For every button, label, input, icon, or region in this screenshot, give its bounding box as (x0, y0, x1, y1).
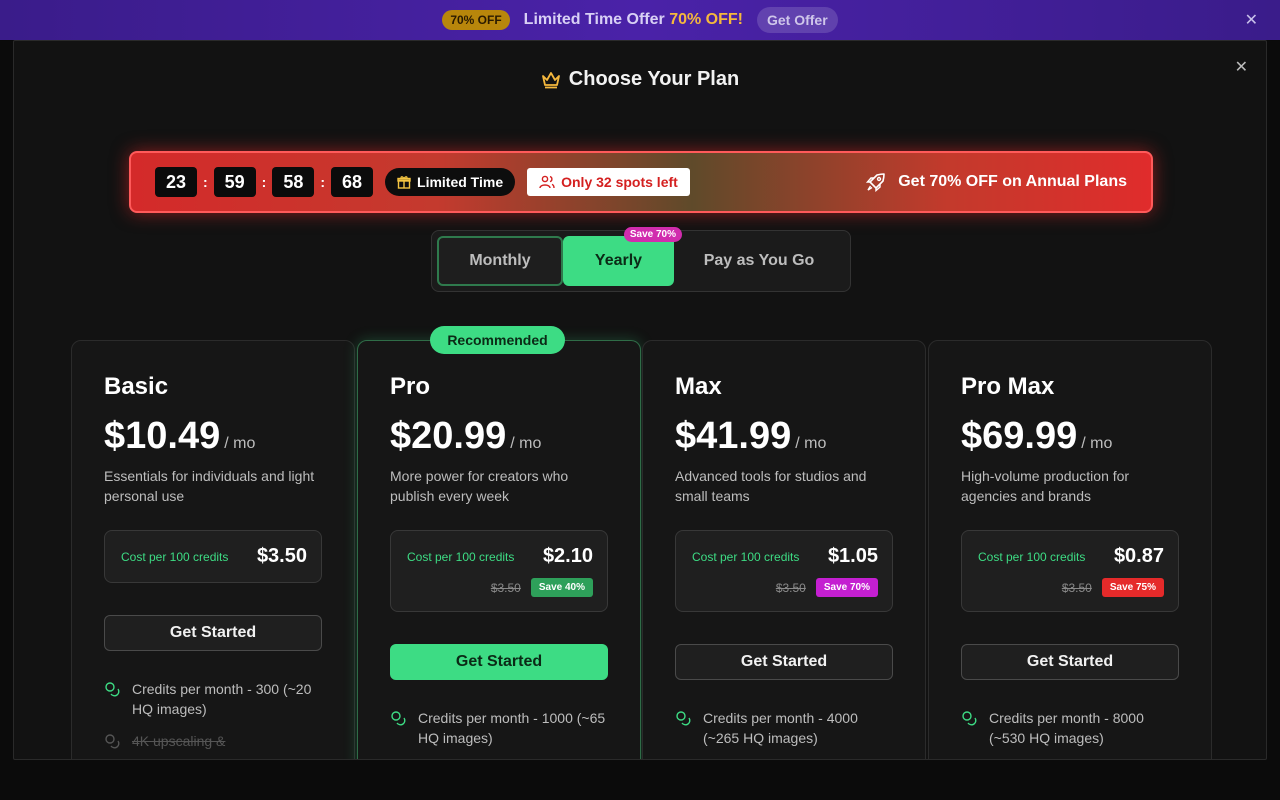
coins-icon (105, 682, 120, 697)
plan-card-basic: Basic $10.49/ mo Essentials for individu… (71, 340, 355, 759)
feature-text: 4K upscaling & (132, 733, 226, 749)
plan-description: High-volume production for agencies and … (961, 468, 1130, 504)
annual-offer: Get 70% OFF on Annual Plans (866, 172, 1127, 192)
coins-icon (391, 711, 406, 726)
get-started-button[interactable]: Get Started (675, 644, 893, 680)
timer-centiseconds: 68 (331, 167, 374, 197)
timer-minutes: 59 (213, 167, 256, 197)
plan-description: Essentials for individuals and light per… (104, 468, 315, 504)
offer-highlight: 70% OFF! (669, 11, 743, 28)
cost-per-credits-box: Cost per 100 credits $2.10 $3.50 Save 40% (390, 530, 608, 612)
cost-label: Cost per 100 credits (978, 549, 1086, 564)
feature-item: Credits per month - 4000 (~265 HQ images… (675, 708, 893, 748)
cost-value: $3.50 (256, 545, 307, 567)
billing-monthly-option[interactable]: Monthly (437, 236, 563, 286)
cost-label: Cost per 100 credits (121, 549, 229, 564)
plan-modal: ✕ Choose Your Plan 23 : 59 : 58 : 68 Lim… (13, 40, 1267, 760)
feature-item: Credits per month - 1000 (~65 HQ images) (390, 708, 608, 748)
countdown-timer: 23 : 59 : 58 : 68 (155, 167, 374, 197)
coins-icon (676, 711, 691, 726)
plan-description: Advanced tools for studios and small tea… (675, 468, 867, 504)
price-amount: $41.99 (675, 415, 792, 457)
spots-left-badge: Only 32 spots left (527, 168, 690, 196)
plan-card-max: Max $41.99/ mo Advanced tools for studio… (642, 340, 926, 759)
cost-label: Cost per 100 credits (407, 549, 515, 564)
original-cost: $3.50 (1061, 580, 1092, 595)
save-badge: Save 40% (530, 578, 593, 597)
price-period: / mo (510, 435, 542, 452)
billing-yearly-label: Yearly (594, 252, 643, 269)
cost-label: Cost per 100 credits (692, 549, 800, 564)
plan-name: Pro (390, 373, 431, 400)
get-started-button[interactable]: Get Started (390, 644, 608, 680)
plan-name: Max (675, 373, 722, 400)
coins-icon (105, 734, 120, 749)
plan-price: $69.99/ mo (961, 415, 1179, 458)
modal-title: Choose Your Plan (568, 68, 740, 90)
billing-toggle: Monthly Yearly Save 70% Pay as You Go (431, 227, 851, 292)
billing-yearly-option[interactable]: Yearly Save 70% (563, 227, 682, 286)
plan-price: $41.99/ mo (675, 415, 893, 458)
offer-text: Limited Time Offer 70% OFF! (524, 11, 743, 29)
plan-card-pro: Pro $20.99/ mo More power for creators w… (357, 340, 641, 759)
discount-badge: 70% OFF (442, 10, 510, 30)
plan-name: Pro Max (961, 373, 1055, 400)
plan-description: More power for creators who publish ever… (390, 468, 569, 504)
save-badge: Save 75% (1101, 578, 1164, 597)
price-period: / mo (795, 435, 827, 452)
recommended-badge: Recommended (430, 326, 565, 354)
plan-card-pro-max: Pro Max $69.99/ mo High-volume productio… (928, 340, 1212, 759)
coins-icon (962, 711, 977, 726)
plan-name: Basic (104, 373, 169, 400)
feature-text: Credits per month - 4000 (~265 HQ images… (703, 710, 858, 746)
limited-time-label: Limited Time (417, 174, 504, 190)
countdown-promo: 23 : 59 : 58 : 68 Limited Time Only 32 s… (129, 151, 1153, 213)
get-offer-button[interactable]: Get Offer (756, 7, 838, 33)
feature-text: Credits per month - 1000 (~65 HQ images) (418, 710, 606, 746)
cost-value: $1.05 (827, 545, 878, 567)
annual-offer-label: Get 70% OFF on Annual Plans (898, 173, 1127, 190)
rocket-icon (866, 173, 886, 192)
feature-item-disabled: 4K upscaling & (104, 731, 322, 751)
cost-per-credits-box: Cost per 100 credits $1.05 $3.50 Save 70% (675, 530, 893, 612)
feature-text: Credits per month - 300 (~20 HQ images) (132, 681, 312, 717)
gift-icon (397, 176, 411, 189)
close-banner-icon[interactable]: ✕ (1245, 10, 1258, 30)
plan-price: $20.99/ mo (390, 415, 608, 458)
save-badge: Save 70% (815, 578, 878, 597)
feature-text: Credits per month - 8000 (~530 HQ images… (989, 710, 1144, 746)
cost-value: $2.10 (542, 545, 593, 567)
plan-price: $10.49/ mo (104, 415, 322, 458)
original-cost: $3.50 (490, 580, 521, 595)
price-amount: $10.49 (104, 415, 221, 457)
billing-payg-option[interactable]: Pay as You Go (674, 236, 844, 286)
price-amount: $20.99 (390, 415, 507, 457)
crown-icon (541, 71, 560, 88)
price-period: / mo (224, 435, 256, 452)
promo-banner: 70% OFF Limited Time Offer 70% OFF! Get … (0, 0, 1280, 40)
limited-time-badge: Limited Time (385, 168, 516, 196)
get-started-button[interactable]: Get Started (104, 615, 322, 651)
modal-header: Choose Your Plan (14, 68, 1266, 91)
users-icon (539, 175, 555, 189)
cost-per-credits-box: Cost per 100 credits $0.87 $3.50 Save 75% (961, 530, 1179, 612)
timer-hours: 23 (155, 167, 197, 197)
cost-value: $0.87 (1113, 545, 1164, 567)
offer-label: Limited Time Offer (523, 11, 665, 28)
get-started-button[interactable]: Get Started (961, 644, 1179, 680)
price-amount: $69.99 (961, 415, 1078, 457)
original-cost: $3.50 (775, 580, 806, 595)
timer-seconds: 58 (272, 167, 315, 197)
feature-item: Credits per month - 8000 (~530 HQ images… (961, 708, 1179, 748)
price-period: / mo (1081, 435, 1113, 452)
feature-item: Credits per month - 300 (~20 HQ images) (104, 679, 322, 719)
spots-left-label: Only 32 spots left (561, 174, 678, 190)
cost-per-credits-box: Cost per 100 credits $3.50 (104, 530, 322, 583)
